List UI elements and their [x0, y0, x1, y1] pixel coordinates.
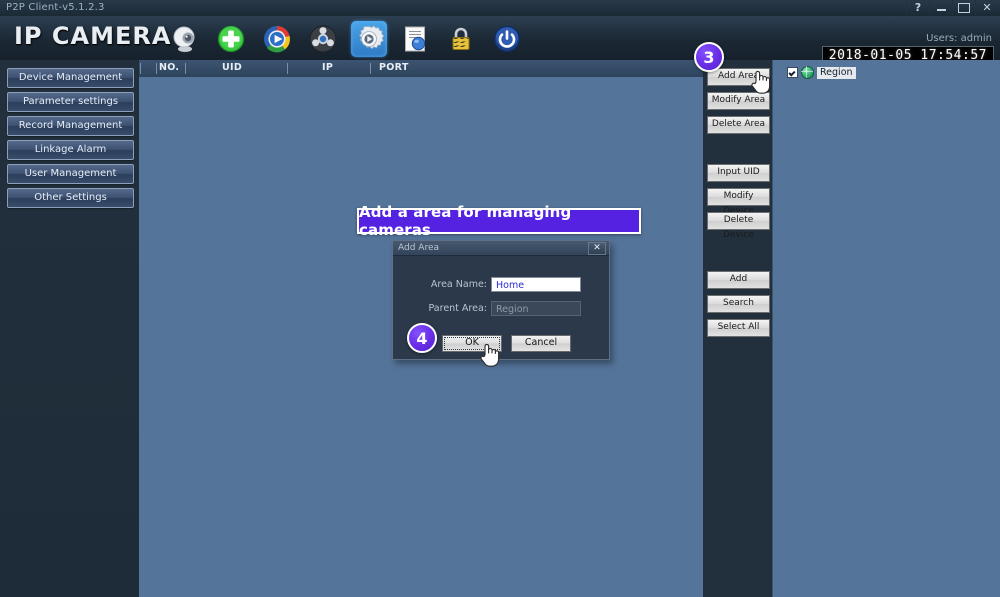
tree-item-label[interactable]: Region: [817, 66, 856, 79]
toolbar-power-button[interactable]: [489, 21, 525, 57]
application-window: P2P Client-v5.1.2.3 ? ✕ IP CAMERA Users:…: [0, 0, 1000, 597]
left-sidebar: Device Management Parameter settings Rec…: [0, 60, 140, 597]
dialog-title-bar: Add Area ✕: [393, 241, 609, 256]
toolbar-camera-button[interactable]: [167, 21, 203, 57]
power-icon: [493, 25, 521, 53]
dialog-close-button[interactable]: ✕: [588, 242, 606, 255]
add-area-button[interactable]: Add Area: [707, 68, 770, 86]
sidebar-item-record-management[interactable]: Record Management: [7, 116, 134, 136]
annotation-banner: Add a area for managing cameras: [357, 203, 641, 239]
cancel-button[interactable]: Cancel: [511, 335, 571, 352]
toolbar-playback-button[interactable]: [305, 21, 341, 57]
minimize-button[interactable]: [929, 0, 952, 15]
toolbar-play-button[interactable]: [259, 21, 295, 57]
action-button-panel: Add Area Modify Area Delete Area Input U…: [703, 60, 772, 597]
column-header-port[interactable]: PORT: [379, 62, 409, 73]
maximize-button[interactable]: [952, 0, 975, 15]
step-marker-3: 3: [694, 42, 724, 72]
device-list-header: NO. UID IP PORT: [139, 60, 703, 78]
tree-item-checkbox[interactable]: [787, 67, 798, 78]
sidebar-item-other-settings[interactable]: Other Settings: [7, 188, 134, 208]
globe-icon: [801, 66, 814, 79]
window-title-bar: P2P Client-v5.1.2.3 ? ✕: [0, 0, 1000, 17]
tree-item-region[interactable]: Region: [787, 66, 856, 79]
window-controls: ? ✕: [906, 0, 998, 15]
area-tree-panel: Region: [772, 60, 1000, 597]
modify-area-button[interactable]: Modify Area: [707, 92, 770, 110]
ok-button[interactable]: OK: [442, 335, 502, 352]
toolbar-settings-button[interactable]: [351, 21, 387, 57]
maximize-icon: [958, 2, 970, 13]
app-header: IP CAMERA Users: admin 2018-01-05 17:54:…: [0, 16, 1000, 66]
camera-icon: [173, 26, 195, 52]
delete-area-button[interactable]: Delete Area: [707, 116, 770, 134]
search-button[interactable]: Search: [707, 295, 770, 313]
play-icon: [264, 26, 290, 53]
toolbar-lock-button[interactable]: [443, 21, 479, 57]
input-uid-button[interactable]: Input UID: [707, 164, 770, 182]
area-name-label: Area Name:: [430, 279, 487, 290]
sidebar-item-linkage-alarm[interactable]: Linkage Alarm: [7, 140, 134, 160]
select-all-button[interactable]: Select All: [707, 319, 770, 337]
lock-icon: [452, 27, 470, 50]
help-button[interactable]: ?: [906, 0, 929, 15]
toolbar-add-button[interactable]: [213, 21, 249, 57]
user-label: Users: admin: [926, 33, 992, 44]
parent-area-label: Parent Area:: [428, 303, 488, 314]
column-header-ip[interactable]: IP: [322, 62, 333, 73]
minimize-icon: [936, 9, 946, 11]
window-title: P2P Client-v5.1.2.3: [6, 2, 105, 13]
sidebar-item-device-management[interactable]: Device Management: [7, 68, 134, 88]
main-toolbar: [167, 19, 525, 59]
sidebar-item-user-management[interactable]: User Management: [7, 164, 134, 184]
playback-reel-icon: [309, 25, 337, 53]
column-header-no[interactable]: NO.: [159, 62, 179, 73]
sidebar-item-parameter-settings[interactable]: Parameter settings: [7, 92, 134, 112]
add-button[interactable]: Add: [707, 271, 770, 289]
step-marker-4: 4: [407, 323, 437, 353]
modify-device-button[interactable]: Modify Device: [707, 188, 770, 216]
dialog-title: Add Area: [398, 243, 439, 253]
delete-device-button[interactable]: Delete Device: [707, 212, 770, 240]
add-icon: [217, 25, 245, 53]
parent-area-input: Region: [491, 301, 581, 316]
log-document-icon: [405, 26, 426, 52]
area-name-input[interactable]: Home: [491, 277, 581, 292]
close-button[interactable]: ✕: [975, 0, 998, 15]
column-header-uid[interactable]: UID: [222, 62, 242, 73]
settings-gear-icon: [359, 25, 384, 50]
toolbar-log-button[interactable]: [397, 21, 433, 57]
app-brand-title: IP CAMERA: [14, 22, 172, 50]
